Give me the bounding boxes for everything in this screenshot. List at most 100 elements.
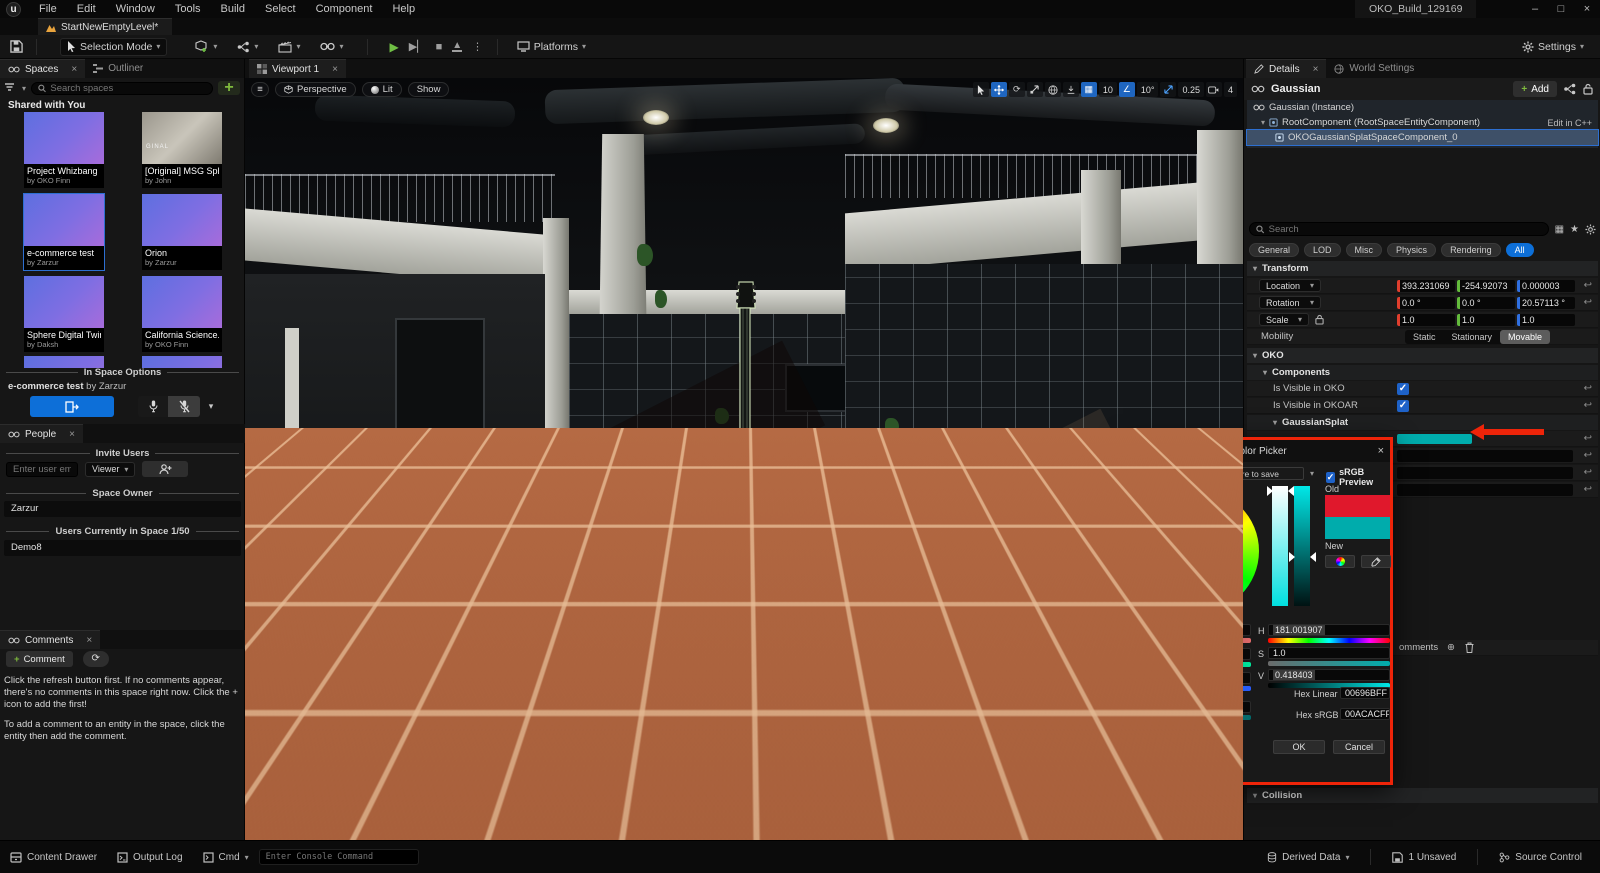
new-color-swatch[interactable] [1325,517,1390,539]
hex-srgb-field[interactable]: 00ACACFF [1340,708,1390,720]
space-card-selected[interactable]: e-commerce testby Zarzur [24,194,104,270]
invite-email-field[interactable] [6,462,78,477]
location-x-field[interactable]: 393.231069 [1397,280,1455,292]
tab-spaces[interactable]: Spaces × [0,59,85,78]
h-channel-field[interactable]: 181.001907 [1268,624,1390,636]
color-picker-titlebar[interactable]: u Color Picker × [1126,440,1390,462]
display-options-icon[interactable]: ▦ [1555,224,1564,235]
rotation-snap-icon[interactable]: ∠ [1119,82,1135,97]
space-card[interactable]: California Science...by OKO Finn [142,276,222,352]
r-channel-field[interactable]: 0.0 [1139,624,1251,636]
source-control-button[interactable]: Source Control [1489,852,1592,863]
splat-color-swatch[interactable] [1397,434,1472,444]
reset-icon[interactable]: ↩ [1584,433,1592,444]
menu-edit[interactable]: Edit [67,3,106,15]
property-field[interactable] [1397,467,1573,479]
play-options-kebab[interactable]: ⋮ [472,41,483,53]
hex-linear-field[interactable]: 00696BFF [1340,687,1390,699]
color-themes-button[interactable] [1325,555,1355,568]
is-visible-in-okoar-checkbox[interactable]: ✓ [1397,400,1409,412]
add-component-button[interactable]: +Add [1513,81,1557,97]
close-people-tab-icon[interactable]: × [69,429,75,440]
s-channel-field[interactable]: 1.0 [1268,647,1390,659]
filter-rendering[interactable]: Rendering [1441,243,1501,257]
camera-speed-value[interactable]: 4 [1224,82,1237,97]
surface-snap-icon[interactable] [1063,82,1079,97]
play-button[interactable]: ▶ [389,40,398,54]
close-button[interactable]: × [1574,0,1600,18]
skip-frame-button[interactable]: ▶▏ [409,40,426,53]
rotation-x-field[interactable]: 0.0 ° [1397,297,1455,309]
tree-row-splat-component[interactable]: OKOGaussianSplatSpaceComponent_0 [1247,130,1598,145]
r-channel-slider[interactable] [1139,638,1251,643]
scale-snap-value[interactable]: 0.25 [1178,82,1204,97]
reset-icon[interactable]: ↩ [1584,450,1592,461]
rotation-dropdown[interactable]: Rotation▾ [1259,296,1321,309]
space-card[interactable]: Orionby Zarzur [142,194,222,270]
tab-comments[interactable]: Comments × [0,630,100,649]
close-spaces-tab-icon[interactable]: × [71,64,77,75]
console-command-input[interactable] [266,852,412,862]
trash-icon[interactable] [1465,642,1474,653]
tab-outliner[interactable]: Outliner [85,59,151,78]
mic-muted-button[interactable] [168,396,200,417]
menu-tools[interactable]: Tools [165,3,211,15]
camera-speed-icon[interactable] [1206,82,1222,97]
menu-build[interactable]: Build [211,3,255,15]
tree-row-instance[interactable]: Gaussian (Instance) [1247,100,1598,115]
transform-section-header[interactable]: ▾Transform [1247,261,1598,276]
cancel-button[interactable]: Cancel [1333,740,1385,754]
grid-snap-icon[interactable]: ▦ [1081,82,1097,97]
derived-data-button[interactable]: Derived Data▾ [1257,852,1359,863]
g-channel-field[interactable]: 0.411416 [1139,648,1251,660]
rotation-z-field[interactable]: 20.57113 ° [1517,297,1575,309]
stop-button[interactable]: ■ [436,41,443,53]
property-field[interactable] [1397,484,1573,496]
filter-physics[interactable]: Physics [1387,243,1436,257]
minimize-button[interactable]: – [1522,0,1548,18]
transform-gizmo[interactable] [725,528,775,598]
invite-email-input[interactable] [13,464,71,475]
saturation-handle[interactable] [1267,486,1273,496]
components-section-header[interactable]: ▾Components [1247,365,1598,380]
scale-tool-icon[interactable] [1027,82,1043,97]
property-field[interactable] [1397,450,1573,462]
viewport-options-menu[interactable]: ≡ [251,82,269,97]
b-channel-field[interactable]: 0.418403 [1139,672,1251,684]
filter-icon[interactable] [4,83,17,93]
maximize-button[interactable]: □ [1548,0,1574,18]
space-card[interactable]: Project Whizbangby OKO Finn [24,112,104,188]
value-handle[interactable] [1310,552,1316,562]
tab-people[interactable]: People × [0,424,83,443]
favorites-star-icon[interactable]: ★ [1570,224,1579,235]
perspective-dropdown[interactable]: Perspective [275,82,356,97]
world-space-icon[interactable] [1045,82,1061,97]
tree-row-root-component[interactable]: ▾ RootComponent (RootSpaceEntityComponen… [1247,115,1598,130]
show-dropdown[interactable]: Show [408,82,450,97]
color-wheel[interactable] [1135,489,1259,613]
expand-caret-icon[interactable]: ▾ [1261,118,1265,127]
menu-select[interactable]: Select [255,3,306,15]
menu-component[interactable]: Component [306,3,383,15]
add-comment-circle-icon[interactable]: ⊕ [1447,642,1455,653]
scale-y-field[interactable]: 1.0 [1457,314,1515,326]
rotation-snap-value[interactable]: 10° [1137,82,1159,97]
leave-space-button[interactable] [30,396,114,417]
grid-snap-value[interactable]: 10 [1099,82,1117,97]
cmd-dropdown[interactable]: Cmd▾ [193,841,259,873]
is-visible-in-oko-checkbox[interactable]: ✓ [1397,383,1409,395]
tab-world-settings[interactable]: World Settings [1326,59,1422,78]
b-channel-slider[interactable] [1139,686,1251,691]
edit-in-cpp-link[interactable]: Edit in C++ [1547,118,1592,128]
reset-icon[interactable]: ↩ [1584,400,1592,411]
reset-icon[interactable]: ↩ [1584,383,1592,394]
reset-icon[interactable]: ↩ [1584,467,1592,478]
mobility-static[interactable]: Static [1405,332,1444,342]
reset-location-icon[interactable]: ↩ [1584,280,1592,291]
user-row[interactable]: Demo8 [4,540,241,556]
close-comments-tab-icon[interactable]: × [86,635,92,646]
ok-button[interactable]: OK [1273,740,1325,754]
eyedropper-button[interactable] [1361,555,1391,568]
filter-lod[interactable]: LOD [1304,243,1341,257]
cinematics-button[interactable]: ▾ [272,38,306,56]
